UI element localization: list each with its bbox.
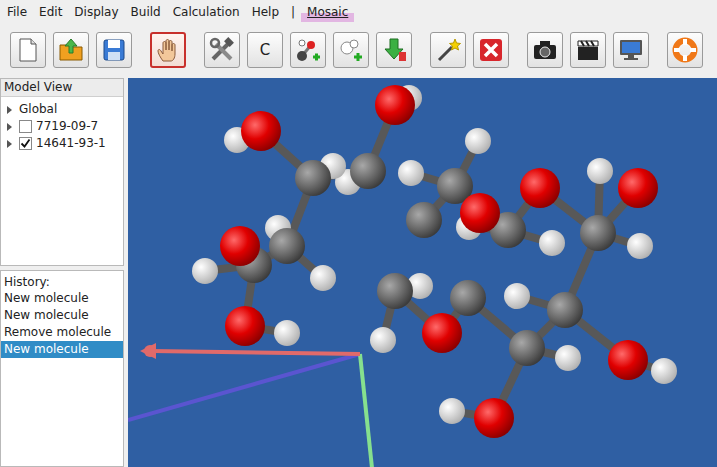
toolbar: C — [0, 22, 717, 78]
save-button[interactable] — [96, 32, 132, 68]
delete-icon — [477, 36, 505, 64]
import-arrow-icon — [380, 36, 408, 64]
add-atom-button[interactable] — [290, 32, 326, 68]
camera-icon — [531, 36, 559, 64]
toolbar-group — [667, 32, 703, 68]
toolbar-group — [430, 32, 509, 68]
side-panel: Model ViewGlobal7719-09-714641-93-1 Hist… — [0, 78, 124, 467]
toolbar-group — [527, 32, 649, 68]
tree-label: 14641-93-1 — [36, 135, 106, 152]
history-item[interactable]: New molecule — [1, 290, 123, 307]
menu-item[interactable]: Edit — [33, 1, 68, 22]
add-hydrogen-icon — [337, 36, 365, 64]
build-tools-icon — [208, 36, 236, 64]
history-panel: History:New moleculeNew moleculeRemove m… — [0, 270, 124, 467]
menu-item[interactable]: Display — [68, 1, 124, 22]
wand-icon — [434, 36, 462, 64]
menu-item[interactable]: Help — [246, 1, 285, 22]
expand-arrow-icon[interactable] — [7, 123, 12, 131]
history-item[interactable]: Remove molecule — [1, 324, 123, 341]
wand-button[interactable] — [430, 32, 466, 68]
new-file-icon — [14, 36, 42, 64]
open-file-icon — [57, 36, 85, 64]
build-tools-button[interactable] — [204, 32, 240, 68]
clapperboard-button[interactable] — [570, 32, 606, 68]
menu-bar: FileEditDisplayBuildCalculationHelp|Mosa… — [0, 0, 717, 22]
history-title: History: — [1, 271, 123, 290]
visibility-checkbox[interactable] — [19, 137, 32, 150]
menu-item[interactable]: Calculation — [167, 1, 246, 22]
tree-list: Global7719-09-714641-93-1 — [1, 97, 123, 152]
viewport[interactable] — [128, 78, 717, 467]
model-view-panel: Model ViewGlobal7719-09-714641-93-1 — [0, 78, 124, 266]
expand-arrow-icon[interactable] — [7, 106, 12, 114]
help-lifebuoy-icon — [671, 36, 699, 64]
monitor-button[interactable] — [613, 32, 649, 68]
visibility-checkbox[interactable] — [19, 120, 32, 133]
check-icon — [20, 138, 31, 149]
hand-button[interactable] — [150, 32, 186, 68]
history-item[interactable]: New molecule — [1, 341, 123, 358]
save-icon — [100, 36, 128, 64]
tree-label: Global — [19, 101, 57, 118]
element-label: C — [260, 43, 270, 58]
camera-button[interactable] — [527, 32, 563, 68]
expand-arrow-icon[interactable] — [7, 140, 12, 148]
menu-item[interactable]: Mosaic — [301, 1, 354, 22]
monitor-icon — [617, 36, 645, 64]
tree-item[interactable]: Global — [1, 101, 123, 118]
tree-item[interactable]: 14641-93-1 — [1, 135, 123, 152]
toolbar-group: C — [204, 32, 412, 68]
add-hydrogen-button[interactable] — [333, 32, 369, 68]
panel-title: Model View — [1, 79, 123, 97]
clapperboard-icon — [574, 36, 602, 64]
import-arrow-button[interactable] — [376, 32, 412, 68]
hand-icon — [154, 36, 182, 64]
delete-button[interactable] — [473, 32, 509, 68]
tree-item[interactable]: 7719-09-7 — [1, 118, 123, 135]
toolbar-group — [150, 32, 186, 68]
toolbar-group — [10, 32, 132, 68]
open-file-button[interactable] — [53, 32, 89, 68]
molecule-scene[interactable] — [128, 78, 717, 467]
tree-label: 7719-09-7 — [36, 118, 98, 135]
help-lifebuoy-button[interactable] — [667, 32, 703, 68]
new-file-button[interactable] — [10, 32, 46, 68]
history-item[interactable]: New molecule — [1, 307, 123, 324]
add-atom-icon — [294, 36, 322, 64]
element-button[interactable]: C — [247, 32, 283, 68]
menu-separator: | — [285, 1, 301, 22]
menu-item[interactable]: Build — [125, 1, 167, 22]
menu-item[interactable]: File — [1, 1, 33, 22]
